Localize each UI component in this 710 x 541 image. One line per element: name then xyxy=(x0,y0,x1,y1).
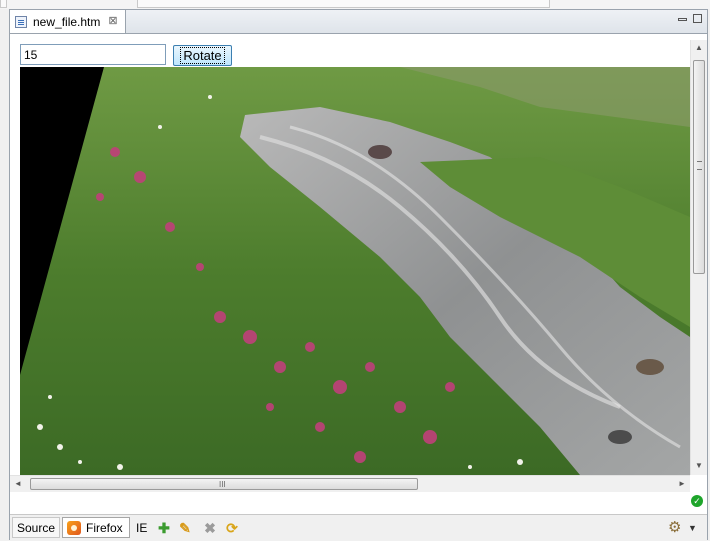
maximize-icon[interactable] xyxy=(693,14,702,23)
browser-preview: Rotate xyxy=(10,34,707,514)
close-icon[interactable]: ⊠ xyxy=(108,16,117,27)
thumb-grip-lines: III xyxy=(219,480,226,489)
refresh-icon[interactable]: ⟳ xyxy=(224,520,240,536)
minimize-icon[interactable] xyxy=(678,18,687,21)
window-controls xyxy=(678,14,702,23)
thumb-grip xyxy=(697,161,702,170)
tab-label: new_file.htm xyxy=(33,14,101,29)
editor-frame: new_file.htm ⊠ Rotate xyxy=(9,9,708,540)
scroll-right-icon[interactable]: ► xyxy=(674,476,690,492)
vertical-scrollbar[interactable]: ▲ ▼ xyxy=(690,40,707,475)
check-icon: ✓ xyxy=(691,495,703,507)
horizontal-scroll-thumb[interactable]: III xyxy=(30,478,418,490)
vertical-scroll-thumb[interactable] xyxy=(693,60,705,274)
tab-firefox-label: Firefox xyxy=(86,520,123,535)
tab-new-file[interactable]: new_file.htm ⊠ xyxy=(10,10,126,33)
rotated-image-area xyxy=(20,67,690,475)
top-strip xyxy=(0,0,710,9)
tab-ie-label: IE xyxy=(136,520,148,535)
photo-content xyxy=(20,67,690,475)
scroll-up-icon[interactable]: ▲ xyxy=(691,40,707,56)
preview-tab-bar: Source Firefox IE ✚ ✎ ✖ ⟳ ⚙ ▼ xyxy=(10,514,707,540)
scroll-left-icon[interactable]: ◄ xyxy=(10,476,26,492)
strip-segment xyxy=(0,0,7,8)
tab-source-label: Source xyxy=(17,520,56,535)
add-icon[interactable]: ✚ xyxy=(156,520,172,536)
rotated-photo xyxy=(20,67,690,475)
html-file-icon xyxy=(15,15,27,28)
edit-icon[interactable]: ✎ xyxy=(177,520,193,536)
chevron-down-icon[interactable]: ▼ xyxy=(688,520,697,536)
tab-source[interactable]: Source xyxy=(12,517,60,538)
strip-segment xyxy=(137,0,550,8)
firefox-icon xyxy=(67,520,81,535)
rotate-button-label: Rotate xyxy=(180,47,225,64)
degrees-input[interactable] xyxy=(20,44,166,65)
tab-firefox[interactable]: Firefox xyxy=(62,517,130,538)
scroll-down-icon[interactable]: ▼ xyxy=(691,458,707,474)
tab-ie[interactable]: IE xyxy=(132,517,152,538)
editor-tab-bar: new_file.htm ⊠ xyxy=(10,10,707,34)
gear-icon[interactable]: ⚙ xyxy=(668,520,681,536)
rotate-button[interactable]: Rotate xyxy=(173,45,232,66)
horizontal-scrollbar[interactable]: ◄ III ► xyxy=(10,475,690,492)
delete-icon[interactable]: ✖ xyxy=(202,520,218,536)
